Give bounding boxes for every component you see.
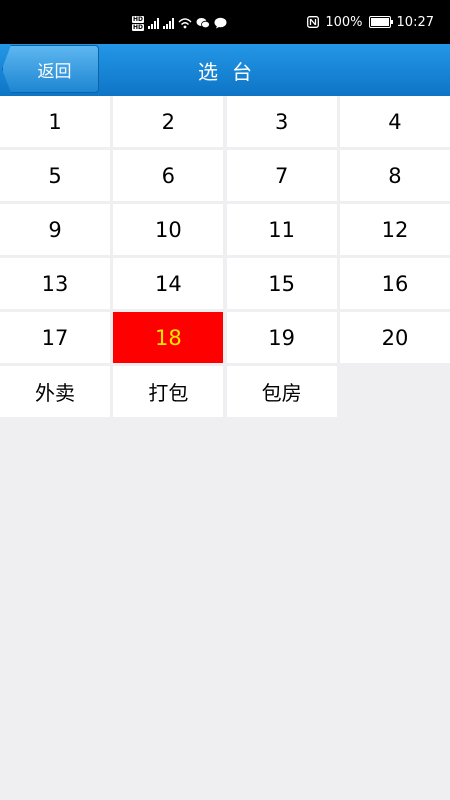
hd-icon: HD	[132, 23, 145, 31]
table-cell[interactable]: 包房	[226, 366, 337, 417]
table-cell[interactable]: 9	[0, 204, 110, 255]
table-cell[interactable]: 11	[226, 204, 337, 255]
table-cell-selected[interactable]: 18	[113, 312, 224, 363]
nfc-icon	[307, 16, 320, 28]
hd-icon: HD	[132, 15, 145, 23]
table-cell[interactable]: 13	[0, 258, 110, 309]
battery-percent: 100%	[325, 14, 363, 30]
table-cell[interactable]: 7	[226, 150, 337, 201]
table-cell[interactable]: 16	[339, 258, 450, 309]
table-cell[interactable]: 12	[339, 204, 450, 255]
table-cell[interactable]: 6	[113, 150, 224, 201]
table-cell[interactable]: 1	[0, 96, 110, 147]
hd-badges: HD HD	[132, 15, 145, 31]
battery-fill	[370, 18, 389, 26]
wechat-icon	[196, 18, 210, 29]
table-grid: 1 2 3 4 5 6 7 8 9 10 11 12 13 14 15 16 17 18 19 20 外卖 打包 包房	[0, 96, 450, 417]
signal-5g-icon	[148, 17, 160, 29]
table-cell[interactable]: 5	[0, 150, 110, 201]
status-bar: HD HD 100% 10:27	[0, 0, 450, 44]
table-cell[interactable]: 2	[113, 96, 224, 147]
table-cell[interactable]: 打包	[113, 366, 224, 417]
table-cell[interactable]: 4	[339, 96, 450, 147]
title-bar: 选台 返回	[0, 44, 450, 96]
battery-icon	[368, 16, 393, 28]
table-cell[interactable]: 8	[339, 150, 450, 201]
message-icon	[214, 17, 227, 29]
table-cell[interactable]: 10	[113, 204, 224, 255]
table-cell[interactable]: 17	[0, 312, 110, 363]
back-button[interactable]: 返回	[2, 45, 99, 93]
wifi-icon	[178, 18, 192, 29]
clock: 10:27	[396, 14, 434, 30]
table-cell[interactable]: 20	[339, 312, 450, 363]
table-cell[interactable]: 3	[226, 96, 337, 147]
table-cell[interactable]: 外卖	[0, 366, 110, 417]
table-cell[interactable]: 15	[226, 258, 337, 309]
status-icons-left: HD HD	[132, 14, 227, 32]
table-cell[interactable]: 19	[226, 312, 337, 363]
status-icons-right: 100% 10:27	[307, 0, 434, 44]
table-cell[interactable]: 14	[113, 258, 224, 309]
signal-4g-icon	[163, 17, 175, 29]
